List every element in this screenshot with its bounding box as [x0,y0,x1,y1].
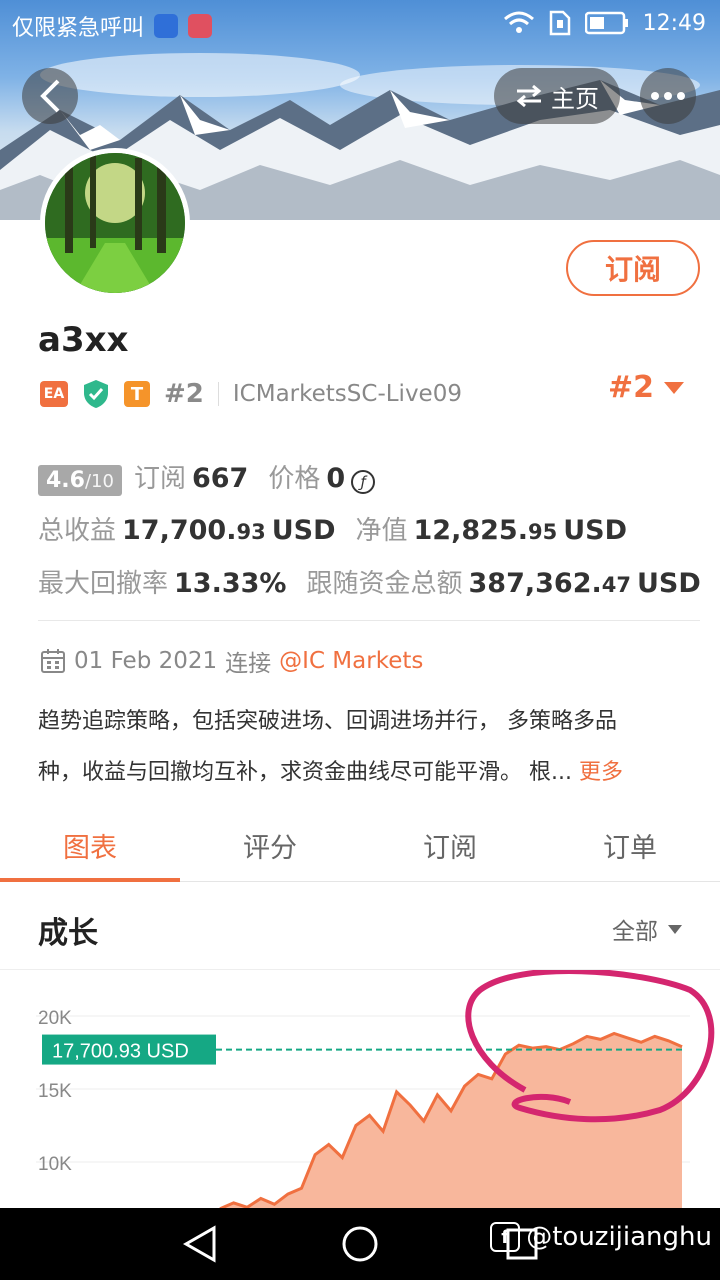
connect-row: 01 Feb 2021 连接 @IC Markets [40,644,423,678]
rank-big-label: #2 [607,370,654,405]
tab-chart[interactable]: 图表 [0,810,180,882]
price-value: 0 [326,463,346,494]
range-filter-dropdown[interactable]: 全部 [612,912,682,946]
nav-back-icon[interactable] [182,1225,216,1263]
growth-header: 成长 全部 [0,884,720,970]
triangle-down-icon [664,381,684,394]
rank-dropdown[interactable]: #2 [608,370,684,405]
divider [217,382,219,406]
dot-icon [677,92,685,100]
y-tick-label: 15K [38,1081,72,1102]
stats-row-1: 4.6/10 订阅 667 价格 0 ƒ [38,458,376,496]
growth-title: 成长 [38,916,98,951]
status-bar: 仅限紧急呼叫 12:49 [0,0,720,50]
rank-small: #2 [164,379,204,409]
score-badge: 4.6/10 [38,465,122,496]
sim-icon [549,10,570,36]
equity-int: 12,825. [413,515,528,546]
total-profit-dec: 93 [236,520,266,544]
watermark: f @touzijianghu [490,1222,712,1252]
score-suffix: /10 [84,471,114,492]
total-profit-label: 总收益 [38,516,117,546]
description-line: 趋势追踪策略，包括突破进场、回调进场并行， 多策略多品 [38,709,617,734]
dot-icon [664,92,672,100]
max-drawdown-label: 最大回撤率 [38,569,169,599]
tab-bar: 图表 评分 订阅 订单 [0,810,720,882]
health-app-icon [154,14,179,38]
description-line: 种，收益与回撤均互补，求资金曲线尽可能平滑。 根... [38,760,572,785]
follow-funds-int: 387,362. [468,568,602,599]
back-button[interactable] [22,68,78,124]
triangle-down-icon [668,924,682,934]
home-button[interactable]: 主页 [494,68,620,124]
more-options-button[interactable] [640,68,696,124]
equity-label: 净值 [355,516,408,546]
tab-subscribe[interactable]: 订阅 [360,810,540,881]
subscribe-count: 667 [191,463,249,494]
total-profit-int: 17,700. [122,515,237,546]
clock: 12:49 [642,10,706,36]
max-drawdown-value: 13.33% [174,568,287,599]
more-link[interactable]: 更多 [579,760,623,785]
dot-icon [651,92,659,100]
weibo-logo-icon: f [490,1222,521,1252]
growth-chart: 17,700.93 USD 20K 15K 10K [0,968,720,1211]
home-label: 主页 [551,84,599,113]
connect-label: 连接 [225,651,272,677]
description-line-2: 种，收益与回撤均互补，求资金曲线尽可能平滑。 根... 更多 [38,747,688,798]
follow-funds-label: 跟随资金总额 [306,569,463,599]
watermark-text: @touzijianghu [526,1222,712,1252]
divider [38,620,700,621]
equity-dec: 95 [527,520,558,544]
wifi-icon [503,11,534,33]
swap-icon [516,84,542,108]
stats-row-2: 总收益 17,700. 93 USD 净值 12,825. 95 USD [38,510,627,547]
verified-shield-icon [84,380,108,408]
badge-row: EA T #2 ICMarketsSC-Live09 [40,376,462,412]
total-profit-unit: USD [271,515,336,546]
range-filter-label: 全部 [612,919,658,945]
price-label: 价格 [268,464,321,494]
follow-funds-unit: USD [636,568,701,599]
avatar[interactable] [40,148,190,298]
broker-link[interactable]: @IC Markets [279,648,423,674]
stats-row-3: 最大回撤率 13.33% 跟随资金总额 387,362. 47 USD [38,563,701,600]
equity-unit: USD [563,515,627,546]
chevron-left-icon [40,79,60,113]
calendar-icon [41,649,65,673]
trader-badge: T [124,381,150,407]
server-name: ICMarketsSC-Live09 [232,381,462,407]
growth-chart-svg: 17,700.93 USD 20K 15K 10K [36,968,715,1211]
follow-funds-dec: 47 [601,573,631,597]
nav-home-icon[interactable] [342,1226,378,1262]
username: a3xx [38,320,129,360]
system-nav-bar: f @touzijianghu [0,1208,720,1280]
connect-date: 01 Feb 2021 [74,648,218,674]
y-tick-label: 10K [38,1154,72,1175]
y-tick-label: 20K [38,1008,72,1029]
tab-rating[interactable]: 评分 [180,810,360,881]
forest-avatar-image [45,153,185,293]
subscribe-button[interactable]: 订阅 [566,240,700,296]
cloud-app-icon [188,14,213,38]
coin-icon: ƒ [351,470,376,494]
current-value-label: 17,700.93 USD [52,1041,189,1063]
score-main: 4.6 [46,468,85,493]
growth-area [220,1033,682,1210]
ea-badge: EA [40,381,68,407]
strategy-description: 趋势追踪策略，包括突破进场、回调进场并行， 多策略多品 种，收益与回撤均互补，求… [38,696,688,798]
subscribe-count-label: 订阅 [133,464,186,494]
tab-orders[interactable]: 订单 [540,810,720,881]
carrier-text: 仅限紧急呼叫 [12,16,145,41]
battery-icon [584,11,628,35]
